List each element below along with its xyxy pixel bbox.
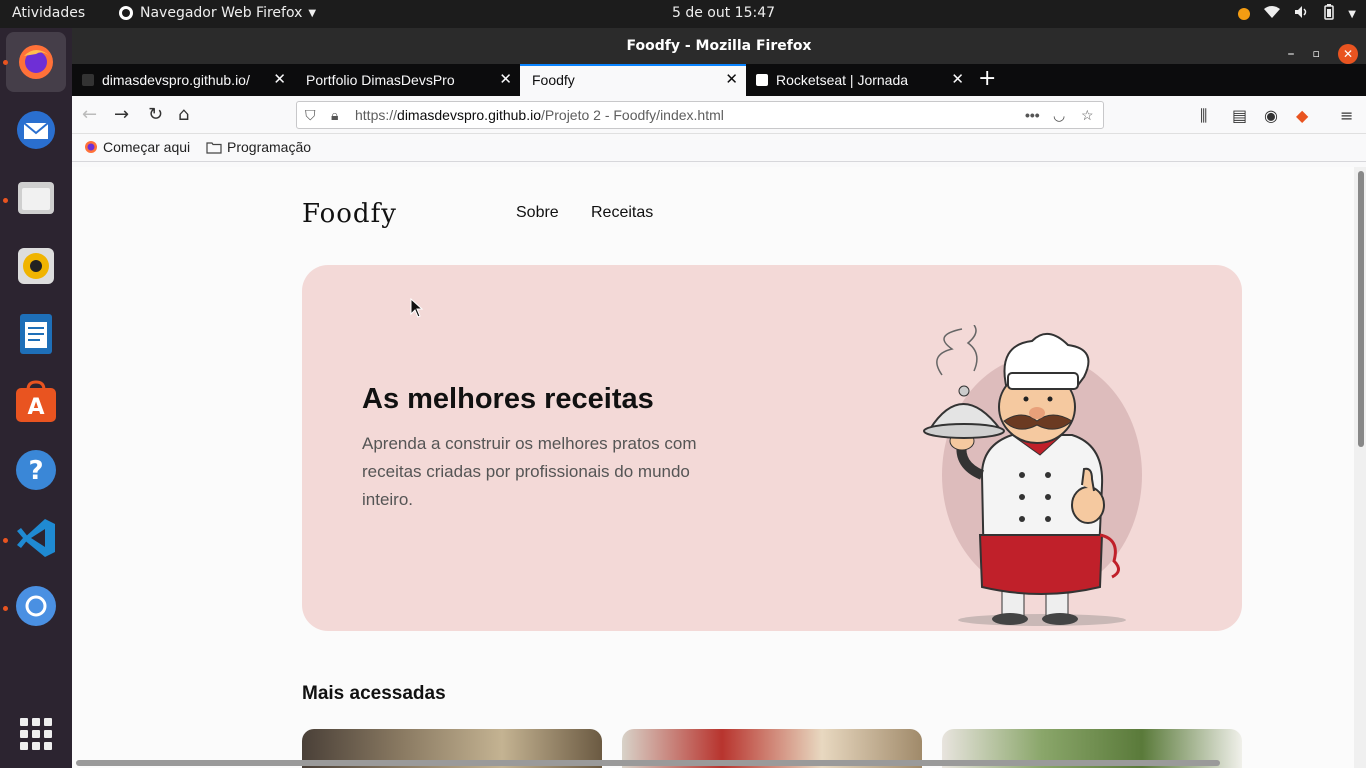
vscode-launcher[interactable] <box>12 514 60 562</box>
tab-dimasdevspro[interactable]: dimasdevspro.github.io/ ✕ <box>72 64 294 96</box>
chevron-down-icon[interactable]: ▼ <box>1348 9 1356 20</box>
firefox-icon <box>19 45 53 79</box>
folder-icon <box>206 141 222 154</box>
hero-title: As melhores receitas <box>362 383 654 415</box>
window-title: Foodfy - Mozilla Firefox <box>626 38 812 54</box>
url-domain: dimasdevspro.github.io <box>397 107 542 123</box>
system-tray[interactable]: ▼ <box>1238 4 1356 24</box>
svg-text:?: ? <box>28 456 43 486</box>
files-launcher[interactable] <box>12 174 60 222</box>
svg-text:A: A <box>27 395 44 420</box>
firefox-window: Foodfy - Mozilla Firefox – ▫ ✕ dimasdevs… <box>72 28 1366 768</box>
back-icon[interactable]: ← <box>82 104 97 125</box>
tab-rocketseat[interactable]: Rocketseat | Jornada ✕ <box>746 64 972 96</box>
ubuntu-dock: A ? <box>0 28 72 768</box>
thunderbird-launcher[interactable] <box>12 106 60 154</box>
chromium-launcher[interactable] <box>12 582 60 630</box>
hero-banner: As melhores receitas Aprenda a construir… <box>302 265 1242 631</box>
firefox-launcher[interactable] <box>6 32 66 92</box>
firefox-icon <box>85 141 97 153</box>
help-icon: ? <box>16 450 56 490</box>
volume-icon[interactable] <box>1294 5 1310 23</box>
close-tab-icon[interactable]: ✕ <box>273 64 286 96</box>
site-favicon-icon <box>82 74 94 86</box>
bookmark-star-icon[interactable]: ☆ <box>1081 102 1094 128</box>
account-icon[interactable]: ◉ <box>1264 106 1278 125</box>
tab-portfolio[interactable]: Portfolio DimasDevsPro ✕ <box>294 64 520 96</box>
shopping-bag-icon: A <box>16 380 56 422</box>
battery-icon[interactable] <box>1324 4 1335 24</box>
chevron-down-icon: ▼ <box>308 7 317 19</box>
lock-icon[interactable]: 🔒︎ <box>331 102 338 128</box>
vertical-scrollbar[interactable] <box>1354 167 1366 768</box>
close-tab-icon[interactable]: ✕ <box>725 66 738 94</box>
bookmark-label: Programação <box>227 139 312 155</box>
wifi-icon[interactable] <box>1264 5 1281 23</box>
pocket-icon[interactable]: ◡ <box>1053 102 1065 128</box>
libreoffice-writer-launcher[interactable] <box>12 310 60 358</box>
new-tab-icon[interactable]: + <box>978 66 996 91</box>
site-logo[interactable]: Foodfy <box>302 199 397 229</box>
tab-strip: dimasdevspro.github.io/ ✕ Portfolio Dima… <box>72 64 1366 96</box>
update-indicator-icon[interactable] <box>1238 8 1251 20</box>
close-tab-icon[interactable]: ✕ <box>951 64 964 96</box>
forward-icon[interactable]: → <box>114 104 129 125</box>
library-icon[interactable]: ⫼ <box>1200 106 1207 126</box>
close-tab-icon[interactable]: ✕ <box>499 64 512 96</box>
section-title-mais-acessadas: Mais acessadas <box>302 683 446 704</box>
close-window-button[interactable]: ✕ <box>1338 44 1358 64</box>
firefox-icon <box>119 6 133 20</box>
nav-link-sobre[interactable]: Sobre <box>516 204 559 222</box>
tab-foodfy[interactable]: Foodfy ✕ <box>520 64 746 96</box>
tab-label: Rocketseat | Jornada <box>776 72 909 88</box>
clock[interactable]: 5 de out 15:47 <box>672 5 775 21</box>
shield-icon[interactable]: ⛉ <box>305 102 316 128</box>
chef-illustration <box>923 325 1142 626</box>
nav-link-receitas[interactable]: Receitas <box>591 204 653 222</box>
app-menu[interactable]: Navegador Web Firefox ▼ <box>118 5 316 21</box>
web-page: Foodfy Sobre Receitas As melhores receit… <box>72 167 1366 768</box>
url-path: /Projeto 2 - Foodfy/index.html <box>541 107 724 123</box>
sidebar-icon[interactable]: ▤ <box>1232 106 1247 125</box>
document-icon <box>20 314 52 354</box>
page-actions-icon[interactable]: ••• <box>1025 102 1040 128</box>
tab-label: Foodfy <box>532 72 575 88</box>
help-launcher[interactable]: ? <box>12 446 60 494</box>
tab-label: Portfolio DimasDevsPro <box>306 72 455 88</box>
extension-icon[interactable]: ◆ <box>1296 106 1308 125</box>
software-center-launcher[interactable]: A <box>12 378 60 426</box>
horizontal-scrollbar[interactable] <box>76 760 1220 766</box>
bookmark-programacao[interactable]: Programação <box>206 139 311 155</box>
reload-icon[interactable]: ↻ <box>148 104 163 125</box>
system-top-bar: Atividades Navegador Web Firefox ▼ 5 de … <box>0 0 1366 28</box>
music-player-icon <box>18 248 54 284</box>
vscode-icon <box>17 519 55 557</box>
hero-text: Aprenda a construir os melhores pratos c… <box>362 434 697 509</box>
url-bar[interactable]: ⛉ 🔒︎ https://dimasdevspro.github.io/Proj… <box>296 101 1104 129</box>
activities-button[interactable]: Atividades <box>12 5 85 21</box>
menu-icon[interactable]: ≡ <box>1340 106 1353 125</box>
scrollbar-thumb[interactable] <box>1358 171 1364 447</box>
tab-label: dimasdevspro.github.io/ <box>102 72 250 88</box>
folder-icon <box>18 182 54 214</box>
navigation-toolbar: ← → ↻ ⌂ ⛉ 🔒︎ https://dimasdevspro.github… <box>72 96 1366 134</box>
bookmarks-toolbar: Começar aqui Programação <box>72 134 1366 162</box>
rhythmbox-launcher[interactable] <box>12 242 60 290</box>
bookmark-comecar-aqui[interactable]: Começar aqui <box>84 139 190 155</box>
show-applications-icon[interactable] <box>20 718 52 750</box>
window-titlebar[interactable]: Foodfy - Mozilla Firefox – ▫ ✕ <box>72 28 1366 64</box>
mouse-cursor-icon <box>410 297 424 322</box>
bookmark-label: Começar aqui <box>103 139 191 155</box>
home-icon[interactable]: ⌂ <box>178 104 189 125</box>
url-prefix: https:// <box>355 107 398 123</box>
app-menu-label: Navegador Web Firefox <box>140 5 303 21</box>
browser-icon <box>16 586 56 626</box>
rocketseat-favicon-icon <box>756 74 768 86</box>
mail-icon <box>17 111 55 149</box>
